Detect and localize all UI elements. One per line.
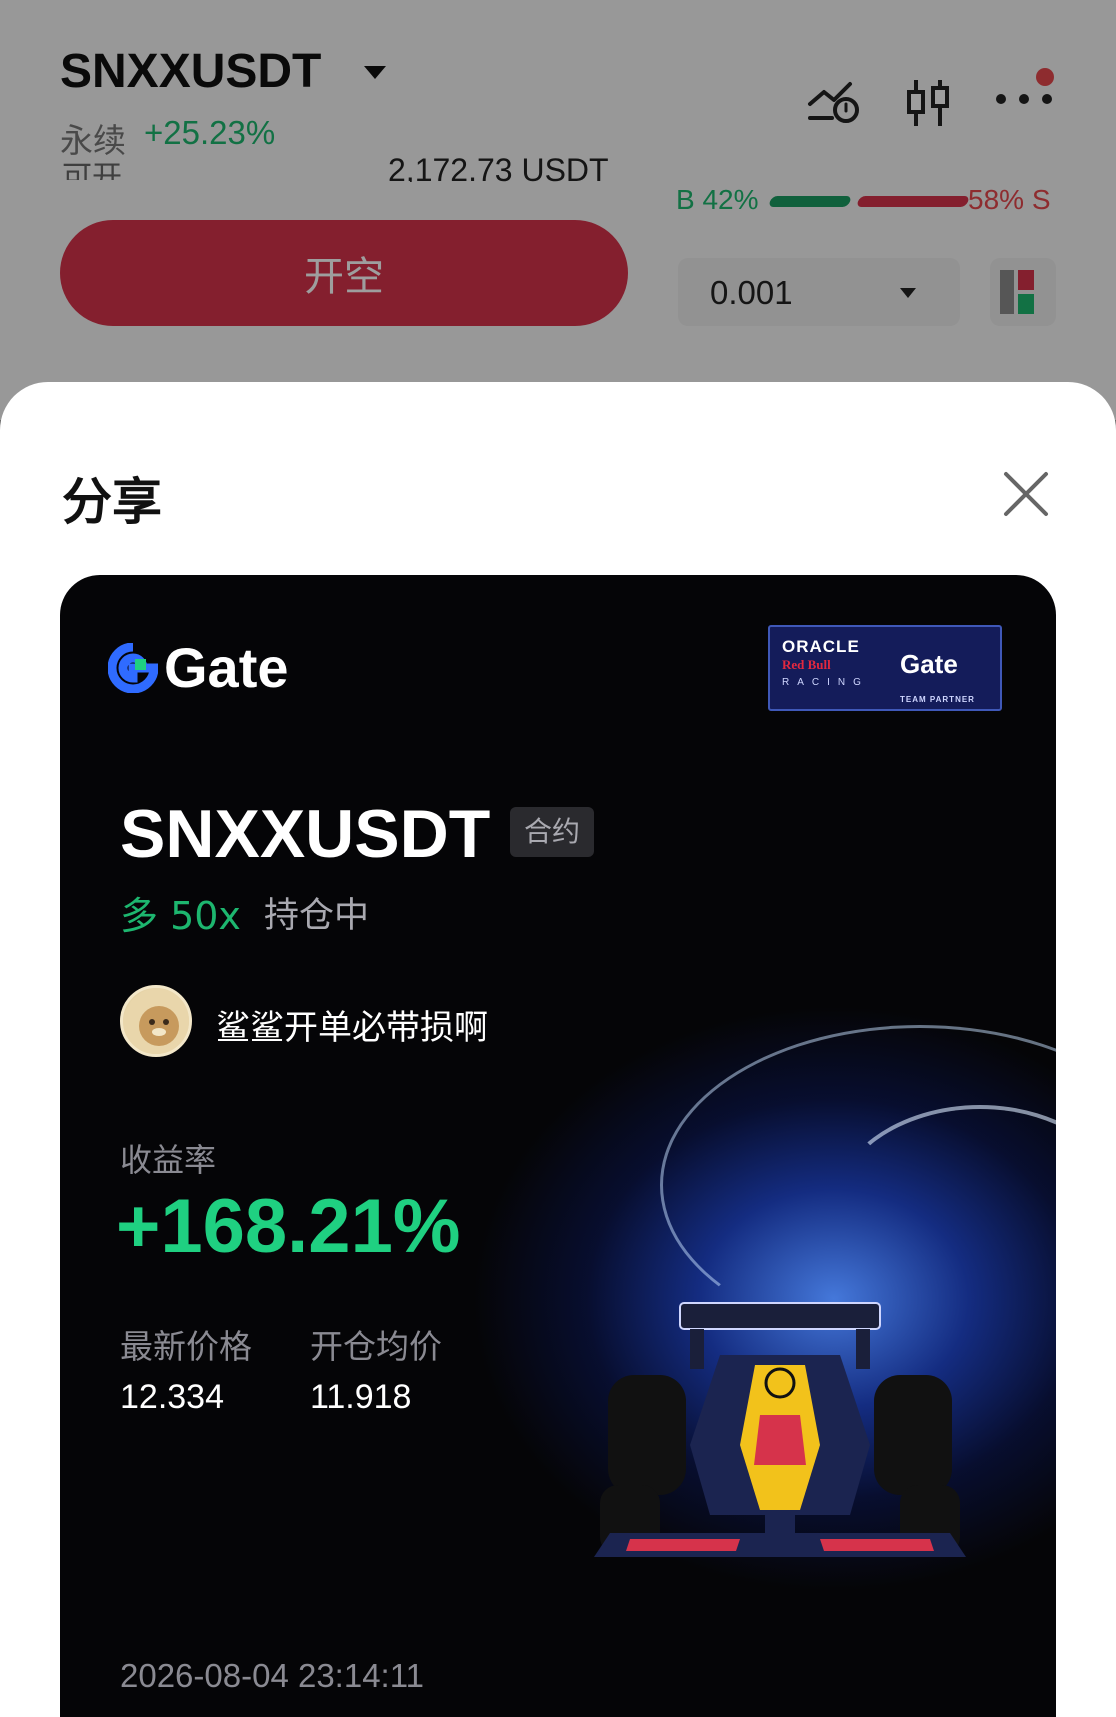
partner-redbull-text: Red Bull: [782, 657, 831, 672]
pair-title[interactable]: SNXXUSDT: [60, 44, 321, 99]
avatar: [120, 985, 192, 1057]
partner-tag-text: TEAM PARTNER: [900, 695, 975, 704]
buy-ratio-bar: [767, 196, 853, 207]
share-sheet-title: 分享: [62, 473, 162, 531]
partner-racing-text: RACING: [782, 677, 869, 688]
gate-logo: Gate: [108, 635, 289, 700]
partner-gate-text: Gate: [900, 649, 958, 679]
more-icon[interactable]: [994, 92, 1054, 106]
roi-value: +168.21%: [116, 1184, 461, 1269]
candlestick-icon[interactable]: [904, 78, 952, 128]
notification-dot: [1036, 68, 1054, 86]
buy-ratio: B 42%: [676, 184, 759, 215]
contract-tag: 合约: [510, 807, 595, 857]
team-partner-badge: ORACLE Red Bull RACING Gate TEAM PARTNER: [768, 625, 1002, 711]
close-icon[interactable]: [1000, 468, 1052, 520]
position-direction: 多 50x: [120, 894, 241, 938]
price-change: +25.23%: [144, 114, 276, 151]
caret-down-icon: [900, 288, 916, 298]
last-price-label: 最新价格: [120, 1327, 252, 1366]
avatar-image: [123, 988, 189, 1054]
roi-label: 收益率: [120, 1141, 217, 1179]
gate-wordmark: Gate: [164, 636, 289, 699]
last-price-value: 12.334: [120, 1378, 224, 1416]
position-status: 持仓中: [264, 896, 370, 936]
available-value: 2,172.73 USDT: [388, 152, 609, 182]
orderbook-layout-icon: [1000, 270, 1034, 314]
card-pair: SNXXUSDT: [120, 796, 491, 872]
trading-page: SNXXUSDT 永续 +25.23% 可开 2,172.73 USDT B 4…: [0, 0, 1116, 420]
open-price-value: 11.918: [310, 1378, 412, 1416]
quantity-select[interactable]: 0.001: [678, 258, 960, 326]
gate-logo-icon: [108, 642, 158, 693]
orderbook-layout-button[interactable]: [990, 258, 1056, 326]
available-label: 可开: [62, 160, 122, 180]
share-card: Gate ORACLE Red Bull RACING Gate TEAM PA…: [60, 575, 1056, 1717]
open-short-button[interactable]: 开空: [60, 220, 628, 326]
price-alert-icon[interactable]: [806, 78, 862, 126]
partner-oracle-text: ORACLE: [782, 637, 860, 656]
quantity-value: 0.001: [710, 274, 793, 311]
username: 鲨鲨开单必带损啊: [216, 1008, 488, 1048]
chevron-down-icon[interactable]: [364, 66, 386, 79]
sell-ratio: 58% S: [968, 184, 1051, 215]
timestamp: 2026-08-04 23:14:11: [120, 1657, 424, 1694]
open-price-label: 开仓均价: [310, 1327, 442, 1366]
sell-ratio-bar: [855, 196, 971, 207]
f1-car-image: [594, 1302, 966, 1557]
